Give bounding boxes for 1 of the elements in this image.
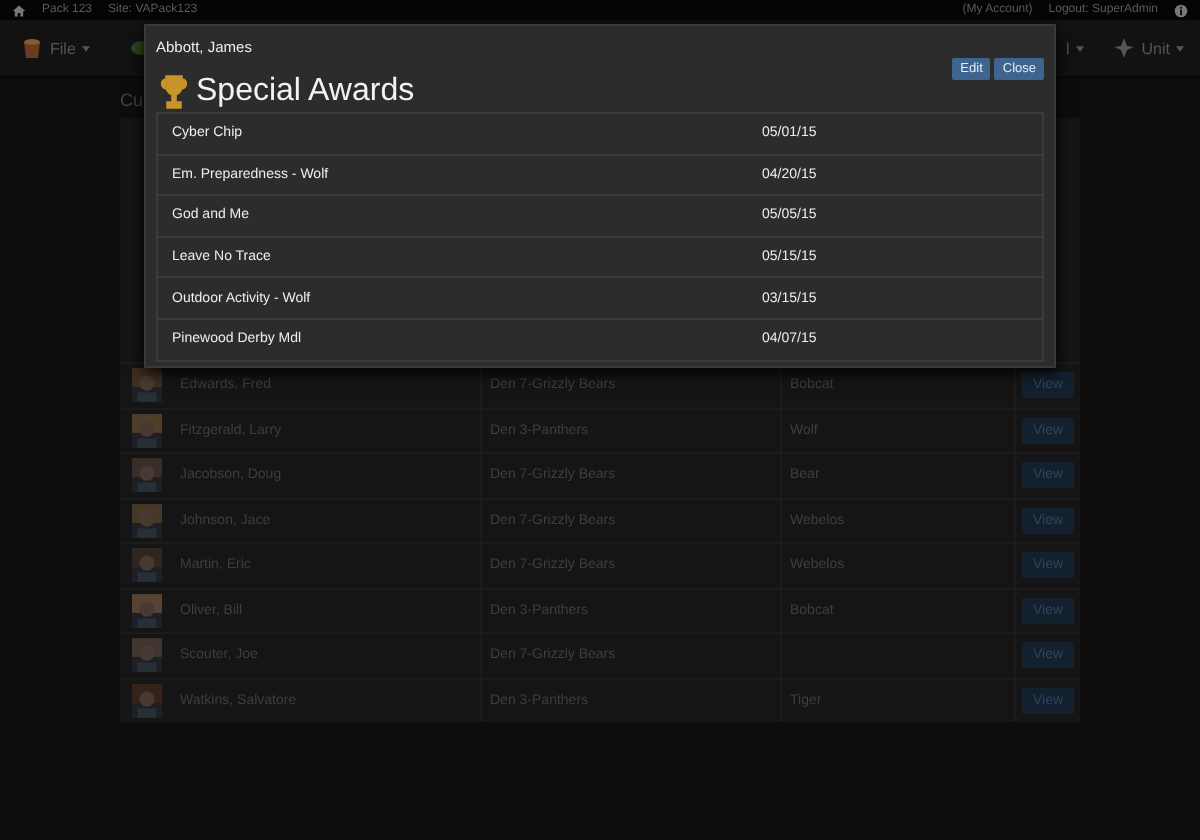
dialog-heading: Special Awards bbox=[196, 74, 415, 110]
